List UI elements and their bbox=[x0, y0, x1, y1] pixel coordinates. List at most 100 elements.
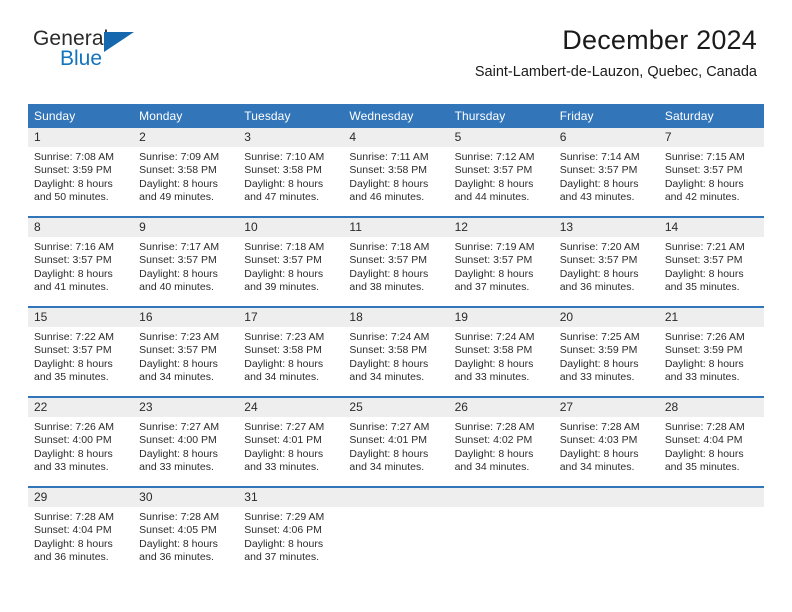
daylight-text-line2: and 49 minutes. bbox=[139, 191, 214, 204]
day-cell[interactable]: 12 Sunrise: 7:19 AM Sunset: 3:57 PM Dayligh… bbox=[448, 218, 554, 306]
general-blue-logo[interactable]: General Blue bbox=[33, 28, 163, 78]
sunrise-text: Sunrise: 7:18 AM bbox=[244, 241, 325, 253]
day-number bbox=[343, 488, 449, 507]
day-cell[interactable]: 22 Sunrise: 7:26 AM Sunset: 4:00 PM Dayligh… bbox=[28, 398, 134, 486]
day-cell[interactable]: 29 Sunrise: 7:28 AM Sunset: 4:04 PM Dayligh… bbox=[28, 488, 134, 576]
daylight-text-line2: and 33 minutes. bbox=[559, 371, 635, 384]
day-number: 30 bbox=[133, 488, 239, 507]
day-cell[interactable]: 8 Sunrise: 7:16 AM Sunset: 3:57 PM Daylight… bbox=[28, 218, 134, 306]
daylight-text-line1: Daylight: 8 hours bbox=[34, 537, 113, 550]
daylight-text-line2: and 36 minutes. bbox=[139, 551, 214, 564]
day-number: 8 bbox=[28, 218, 134, 237]
day-cell[interactable]: 3 Sunrise: 7:10 AM Sunset: 3:58 PM Daylight… bbox=[238, 128, 344, 216]
day-details: Sunrise: 7:28 AM Sunset: 4:02 PM Daylight:… bbox=[449, 417, 554, 475]
calendar-cell[interactable]: 13 Sunrise: 7:20 AM Sunset: 3:57 PM Dayligh… bbox=[553, 216, 659, 307]
calendar-cell[interactable]: 7 Sunrise: 7:15 AM Sunset: 3:57 PM Daylight… bbox=[658, 128, 764, 217]
calendar-cell[interactable]: 10 Sunrise: 7:18 AM Sunset: 3:57 PM Dayligh… bbox=[238, 216, 344, 307]
day-cell[interactable]: 31 Sunrise: 7:29 AM Sunset: 4:06 PM Dayligh… bbox=[238, 488, 344, 576]
day-cell[interactable]: 24 Sunrise: 7:27 AM Sunset: 4:01 PM Dayligh… bbox=[238, 398, 344, 486]
day-cell[interactable]: 13 Sunrise: 7:20 AM Sunset: 3:57 PM Dayligh… bbox=[553, 218, 659, 306]
sunrise-text: Sunrise: 7:18 AM bbox=[349, 241, 430, 253]
calendar-cell[interactable]: 4 Sunrise: 7:11 AM Sunset: 3:58 PM Daylight… bbox=[343, 128, 449, 217]
calendar-cell[interactable]: 24 Sunrise: 7:27 AM Sunset: 4:01 PM Dayligh… bbox=[238, 396, 344, 487]
calendar-cell[interactable]: 1 Sunrise: 7:08 AM Sunset: 3:59 PM Daylight… bbox=[28, 128, 134, 217]
daylight-text-line2: and 37 minutes. bbox=[454, 281, 530, 294]
sunrise-text: Sunrise: 7:08 AM bbox=[34, 151, 114, 163]
day-cell[interactable]: 17 Sunrise: 7:23 AM Sunset: 3:58 PM Dayligh… bbox=[238, 308, 344, 396]
day-cell[interactable]: 14 Sunrise: 7:21 AM Sunset: 3:57 PM Dayligh… bbox=[658, 218, 764, 306]
calendar-cell[interactable]: 21 Sunrise: 7:26 AM Sunset: 3:59 PM Dayligh… bbox=[658, 306, 764, 397]
day-cell[interactable]: 11 Sunrise: 7:18 AM Sunset: 3:57 PM Dayligh… bbox=[343, 218, 449, 306]
calendar-cell[interactable]: 19 Sunrise: 7:24 AM Sunset: 3:58 PM Dayligh… bbox=[448, 306, 554, 397]
calendar-cell[interactable]: 2 Sunrise: 7:09 AM Sunset: 3:58 PM Daylight… bbox=[133, 128, 239, 217]
day-details: Sunrise: 7:08 AM Sunset: 3:59 PM Daylight:… bbox=[28, 147, 133, 205]
calendar-table: Sunday Monday Tuesday Wednesday Thursday… bbox=[28, 104, 764, 576]
calendar-cell[interactable]: 9 Sunrise: 7:17 AM Sunset: 3:57 PM Daylight… bbox=[133, 216, 239, 307]
calendar-cell[interactable]: 8 Sunrise: 7:16 AM Sunset: 3:57 PM Daylight… bbox=[28, 216, 134, 307]
day-cell[interactable]: 15 Sunrise: 7:22 AM Sunset: 3:57 PM Dayligh… bbox=[28, 308, 134, 396]
day-cell[interactable]: 23 Sunrise: 7:27 AM Sunset: 4:00 PM Dayligh… bbox=[133, 398, 239, 486]
day-cell[interactable]: 19 Sunrise: 7:24 AM Sunset: 3:58 PM Dayligh… bbox=[448, 308, 554, 396]
day-cell[interactable]: 5 Sunrise: 7:12 AM Sunset: 3:57 PM Daylight… bbox=[448, 128, 554, 216]
day-cell[interactable]: 10 Sunrise: 7:18 AM Sunset: 3:57 PM Dayligh… bbox=[238, 218, 344, 306]
day-cell[interactable]: 2 Sunrise: 7:09 AM Sunset: 3:58 PM Daylight… bbox=[133, 128, 239, 216]
calendar-cell[interactable]: 27 Sunrise: 7:28 AM Sunset: 4:03 PM Dayligh… bbox=[553, 396, 659, 487]
calendar-cell[interactable]: 26 Sunrise: 7:28 AM Sunset: 4:02 PM Dayligh… bbox=[448, 396, 554, 487]
calendar-cell[interactable]: 3 Sunrise: 7:10 AM Sunset: 3:58 PM Daylight… bbox=[238, 128, 344, 217]
day-number: 19 bbox=[448, 308, 554, 327]
daylight-text-line2: and 46 minutes. bbox=[349, 191, 425, 204]
calendar-cell[interactable]: 11 Sunrise: 7:18 AM Sunset: 3:57 PM Dayligh… bbox=[343, 216, 449, 307]
day-number: 16 bbox=[133, 308, 239, 327]
calendar-cell[interactable]: 22 Sunrise: 7:26 AM Sunset: 4:00 PM Dayligh… bbox=[28, 396, 134, 487]
day-cell[interactable]: 21 Sunrise: 7:26 AM Sunset: 3:59 PM Dayligh… bbox=[658, 308, 764, 396]
day-cell[interactable]: 28 Sunrise: 7:28 AM Sunset: 4:04 PM Dayligh… bbox=[658, 398, 764, 486]
calendar-cell[interactable]: 12 Sunrise: 7:19 AM Sunset: 3:57 PM Dayligh… bbox=[448, 216, 554, 307]
calendar-cell[interactable]: 6 Sunrise: 7:14 AM Sunset: 3:57 PM Daylight… bbox=[553, 128, 659, 217]
calendar-cell[interactable]: 17 Sunrise: 7:23 AM Sunset: 3:58 PM Dayligh… bbox=[238, 306, 344, 397]
daylight-text-line2: and 33 minutes. bbox=[139, 461, 214, 474]
calendar-cell[interactable]: 25 Sunrise: 7:27 AM Sunset: 4:01 PM Dayligh… bbox=[343, 396, 449, 487]
day-cell[interactable]: 18 Sunrise: 7:24 AM Sunset: 3:58 PM Dayligh… bbox=[343, 308, 449, 396]
day-cell bbox=[448, 488, 554, 576]
day-cell[interactable]: 6 Sunrise: 7:14 AM Sunset: 3:57 PM Daylight… bbox=[553, 128, 659, 216]
day-cell[interactable]: 1 Sunrise: 7:08 AM Sunset: 3:59 PM Daylight… bbox=[28, 128, 134, 216]
weekday-header-saturday: Saturday bbox=[658, 104, 764, 128]
calendar-cell[interactable]: 23 Sunrise: 7:27 AM Sunset: 4:00 PM Dayligh… bbox=[133, 396, 239, 487]
day-details: Sunrise: 7:24 AM Sunset: 3:58 PM Daylight:… bbox=[343, 327, 448, 385]
calendar-cell[interactable]: 30 Sunrise: 7:28 AM Sunset: 4:05 PM Dayligh… bbox=[133, 486, 239, 576]
day-cell[interactable]: 9 Sunrise: 7:17 AM Sunset: 3:57 PM Daylight… bbox=[133, 218, 239, 306]
daylight-text-line2: and 33 minutes. bbox=[454, 371, 530, 384]
day-number: 1 bbox=[28, 128, 134, 147]
day-cell[interactable]: 30 Sunrise: 7:28 AM Sunset: 4:05 PM Dayligh… bbox=[133, 488, 239, 576]
calendar-cell[interactable]: 5 Sunrise: 7:12 AM Sunset: 3:57 PM Daylight… bbox=[448, 128, 554, 217]
sunrise-text: Sunrise: 7:27 AM bbox=[349, 421, 430, 433]
day-cell[interactable]: 26 Sunrise: 7:28 AM Sunset: 4:02 PM Dayligh… bbox=[448, 398, 554, 486]
daylight-text-line2: and 35 minutes. bbox=[664, 461, 740, 474]
day-number: 9 bbox=[133, 218, 239, 237]
calendar-cell[interactable]: 28 Sunrise: 7:28 AM Sunset: 4:04 PM Dayligh… bbox=[658, 396, 764, 487]
calendar-cell[interactable]: 14 Sunrise: 7:21 AM Sunset: 3:57 PM Dayligh… bbox=[658, 216, 764, 307]
daylight-text-line2: and 38 minutes. bbox=[349, 281, 425, 294]
page-subtitle: Saint-Lambert-de-Lauzon, Quebec, Canada bbox=[474, 64, 757, 80]
day-number: 3 bbox=[238, 128, 344, 147]
day-cell[interactable]: 4 Sunrise: 7:11 AM Sunset: 3:58 PM Daylight… bbox=[343, 128, 449, 216]
day-cell[interactable]: 20 Sunrise: 7:25 AM Sunset: 3:59 PM Dayligh… bbox=[553, 308, 659, 396]
day-number: 20 bbox=[553, 308, 659, 327]
day-cell[interactable]: 7 Sunrise: 7:15 AM Sunset: 3:57 PM Daylight… bbox=[658, 128, 764, 216]
calendar-cell[interactable]: 20 Sunrise: 7:25 AM Sunset: 3:59 PM Dayligh… bbox=[553, 306, 659, 397]
sunset-text: Sunset: 3:57 PM bbox=[559, 254, 638, 267]
calendar-cell bbox=[343, 486, 449, 576]
calendar-cell[interactable]: 16 Sunrise: 7:23 AM Sunset: 3:57 PM Dayligh… bbox=[133, 306, 239, 397]
daylight-text-line1: Daylight: 8 hours bbox=[34, 267, 113, 280]
calendar-cell[interactable]: 15 Sunrise: 7:22 AM Sunset: 3:57 PM Dayligh… bbox=[28, 306, 134, 397]
day-cell[interactable]: 27 Sunrise: 7:28 AM Sunset: 4:03 PM Dayligh… bbox=[553, 398, 659, 486]
day-details: Sunrise: 7:28 AM Sunset: 4:04 PM Daylight:… bbox=[28, 507, 133, 565]
day-cell[interactable]: 25 Sunrise: 7:27 AM Sunset: 4:01 PM Dayligh… bbox=[343, 398, 449, 486]
day-details: Sunrise: 7:12 AM Sunset: 3:57 PM Daylight:… bbox=[449, 147, 554, 205]
daylight-text-line1: Daylight: 8 hours bbox=[34, 357, 113, 370]
day-cell[interactable]: 16 Sunrise: 7:23 AM Sunset: 3:57 PM Dayligh… bbox=[133, 308, 239, 396]
calendar-cell[interactable]: 29 Sunrise: 7:28 AM Sunset: 4:04 PM Dayligh… bbox=[28, 486, 134, 576]
calendar-cell[interactable]: 31 Sunrise: 7:29 AM Sunset: 4:06 PM Dayligh… bbox=[238, 486, 344, 576]
sunrise-text: Sunrise: 7:10 AM bbox=[244, 151, 325, 163]
calendar-cell[interactable]: 18 Sunrise: 7:24 AM Sunset: 3:58 PM Dayligh… bbox=[343, 306, 449, 397]
